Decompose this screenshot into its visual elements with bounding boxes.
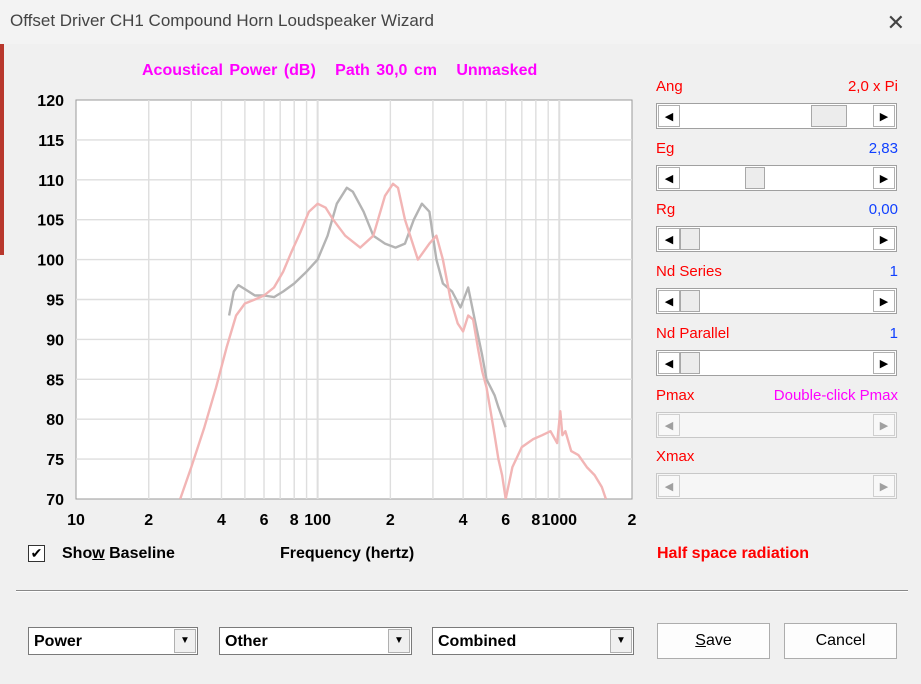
quantity-select[interactable]: Power ▼ bbox=[28, 627, 198, 655]
control-label: Rg bbox=[656, 201, 676, 219]
radiation-mode-label: Half space radiation bbox=[657, 545, 810, 562]
control-label: Pmax bbox=[656, 386, 695, 404]
cancel-button[interactable]: Cancel bbox=[784, 623, 897, 659]
control-value: 2,0 x Pi bbox=[847, 78, 898, 95]
scroll-right-icon[interactable]: ▶ bbox=[873, 105, 895, 127]
scroll-right-icon[interactable]: ▶ bbox=[873, 290, 895, 313]
scroll-right-icon[interactable]: ▶ bbox=[873, 475, 895, 498]
control-label: Nd Parallel bbox=[656, 324, 730, 342]
control-value: 0,00 bbox=[868, 201, 898, 219]
control-label: Xmax bbox=[656, 448, 695, 466]
scroll-right-icon[interactable]: ▶ bbox=[873, 351, 895, 374]
scroll-left-icon[interactable]: ◀ bbox=[658, 475, 680, 498]
y-tick-label: 75 bbox=[46, 452, 64, 469]
y-tick-label: 85 bbox=[46, 372, 64, 389]
x-tick-label: 6 bbox=[260, 512, 269, 529]
x-tick-label: 100 bbox=[304, 512, 331, 529]
mode-select[interactable]: Combined ▼ bbox=[432, 627, 634, 655]
y-tick-label: 110 bbox=[38, 173, 64, 190]
x-tick-label: 2 bbox=[144, 512, 153, 529]
scroll-right-icon[interactable]: ▶ bbox=[873, 166, 895, 189]
y-tick-label: 80 bbox=[46, 412, 64, 429]
control-slider[interactable]: ◀ ▶ bbox=[656, 349, 897, 376]
control-slider[interactable]: ◀ ▶ bbox=[656, 288, 897, 315]
scroll-left-icon[interactable]: ◀ bbox=[658, 105, 680, 127]
x-tick-label: 4 bbox=[217, 512, 226, 529]
scroll-left-icon[interactable]: ◀ bbox=[658, 413, 680, 436]
control-slider[interactable]: ◀ ▶ bbox=[656, 164, 897, 191]
quantity-select-value: Power bbox=[34, 633, 83, 650]
chevron-down-icon[interactable]: ▼ bbox=[174, 629, 196, 653]
y-tick-label: 90 bbox=[46, 332, 64, 349]
control-slider[interactable]: ◀ ▶ bbox=[656, 473, 897, 500]
scroll-left-icon[interactable]: ◀ bbox=[658, 228, 680, 251]
slider-thumb[interactable] bbox=[744, 166, 765, 189]
control-slider[interactable]: ◀ ▶ bbox=[656, 226, 897, 253]
control-value: 1 bbox=[889, 263, 898, 281]
y-tick-label: 95 bbox=[46, 293, 64, 310]
category-select-value: Other bbox=[225, 633, 268, 650]
checkmark-icon: ✔ bbox=[30, 545, 43, 561]
control-label: Eg bbox=[656, 139, 675, 157]
control-value[interactable]: Double-click Pmax bbox=[774, 387, 898, 404]
slider-thumb[interactable] bbox=[680, 228, 700, 251]
x-tick-label: 10 bbox=[67, 512, 85, 529]
y-tick-label: 105 bbox=[37, 213, 64, 230]
chevron-down-icon[interactable]: ▼ bbox=[388, 629, 410, 653]
y-tick-label: 70 bbox=[46, 492, 64, 509]
control-value: 2,83 bbox=[868, 139, 898, 157]
show-baseline-label[interactable]: Show Baseline bbox=[62, 545, 175, 563]
control-value: 1 bbox=[889, 324, 898, 342]
scroll-right-icon[interactable]: ▶ bbox=[873, 413, 895, 436]
x-tick-label: 2 bbox=[386, 512, 395, 529]
mode-select-value: Combined bbox=[438, 633, 517, 650]
control-slider[interactable]: ◀ ▶ bbox=[656, 103, 897, 129]
show-baseline-checkbox[interactable]: ✔ bbox=[28, 545, 45, 562]
slider-thumb[interactable] bbox=[811, 105, 848, 127]
x-tick-label: 2 bbox=[628, 512, 637, 529]
scroll-right-icon[interactable]: ▶ bbox=[873, 228, 895, 251]
control-label: Nd Series bbox=[656, 263, 722, 281]
x-tick-label: 6 bbox=[501, 512, 510, 529]
control-slider[interactable]: ◀ ▶ bbox=[656, 411, 897, 438]
y-tick-label: 115 bbox=[38, 133, 64, 150]
scroll-left-icon[interactable]: ◀ bbox=[658, 290, 680, 313]
x-tick-label: 4 bbox=[459, 512, 468, 529]
y-tick-label: 120 bbox=[37, 93, 64, 110]
x-tick-label: 8 bbox=[531, 512, 540, 529]
control-label: Ang bbox=[656, 78, 683, 95]
chevron-down-icon[interactable]: ▼ bbox=[610, 629, 632, 653]
category-select[interactable]: Other ▼ bbox=[219, 627, 412, 655]
x-tick-label: 1000 bbox=[541, 512, 577, 529]
separator bbox=[16, 590, 908, 592]
y-tick-label: 100 bbox=[37, 253, 64, 270]
slider-thumb[interactable] bbox=[680, 290, 700, 313]
frequency-response-chart: 120 115 110 105 100 95 90 85 80 75 7010 2 4 6 8 100 2 4 6 8… bbox=[37, 93, 637, 529]
scroll-left-icon[interactable]: ◀ bbox=[658, 351, 680, 374]
x-tick-label: 8 bbox=[290, 512, 299, 529]
save-button[interactable]: Save bbox=[657, 623, 770, 659]
scroll-left-icon[interactable]: ◀ bbox=[658, 166, 680, 189]
x-axis-title: Frequency (hertz) bbox=[280, 545, 415, 562]
slider-thumb[interactable] bbox=[680, 351, 700, 374]
